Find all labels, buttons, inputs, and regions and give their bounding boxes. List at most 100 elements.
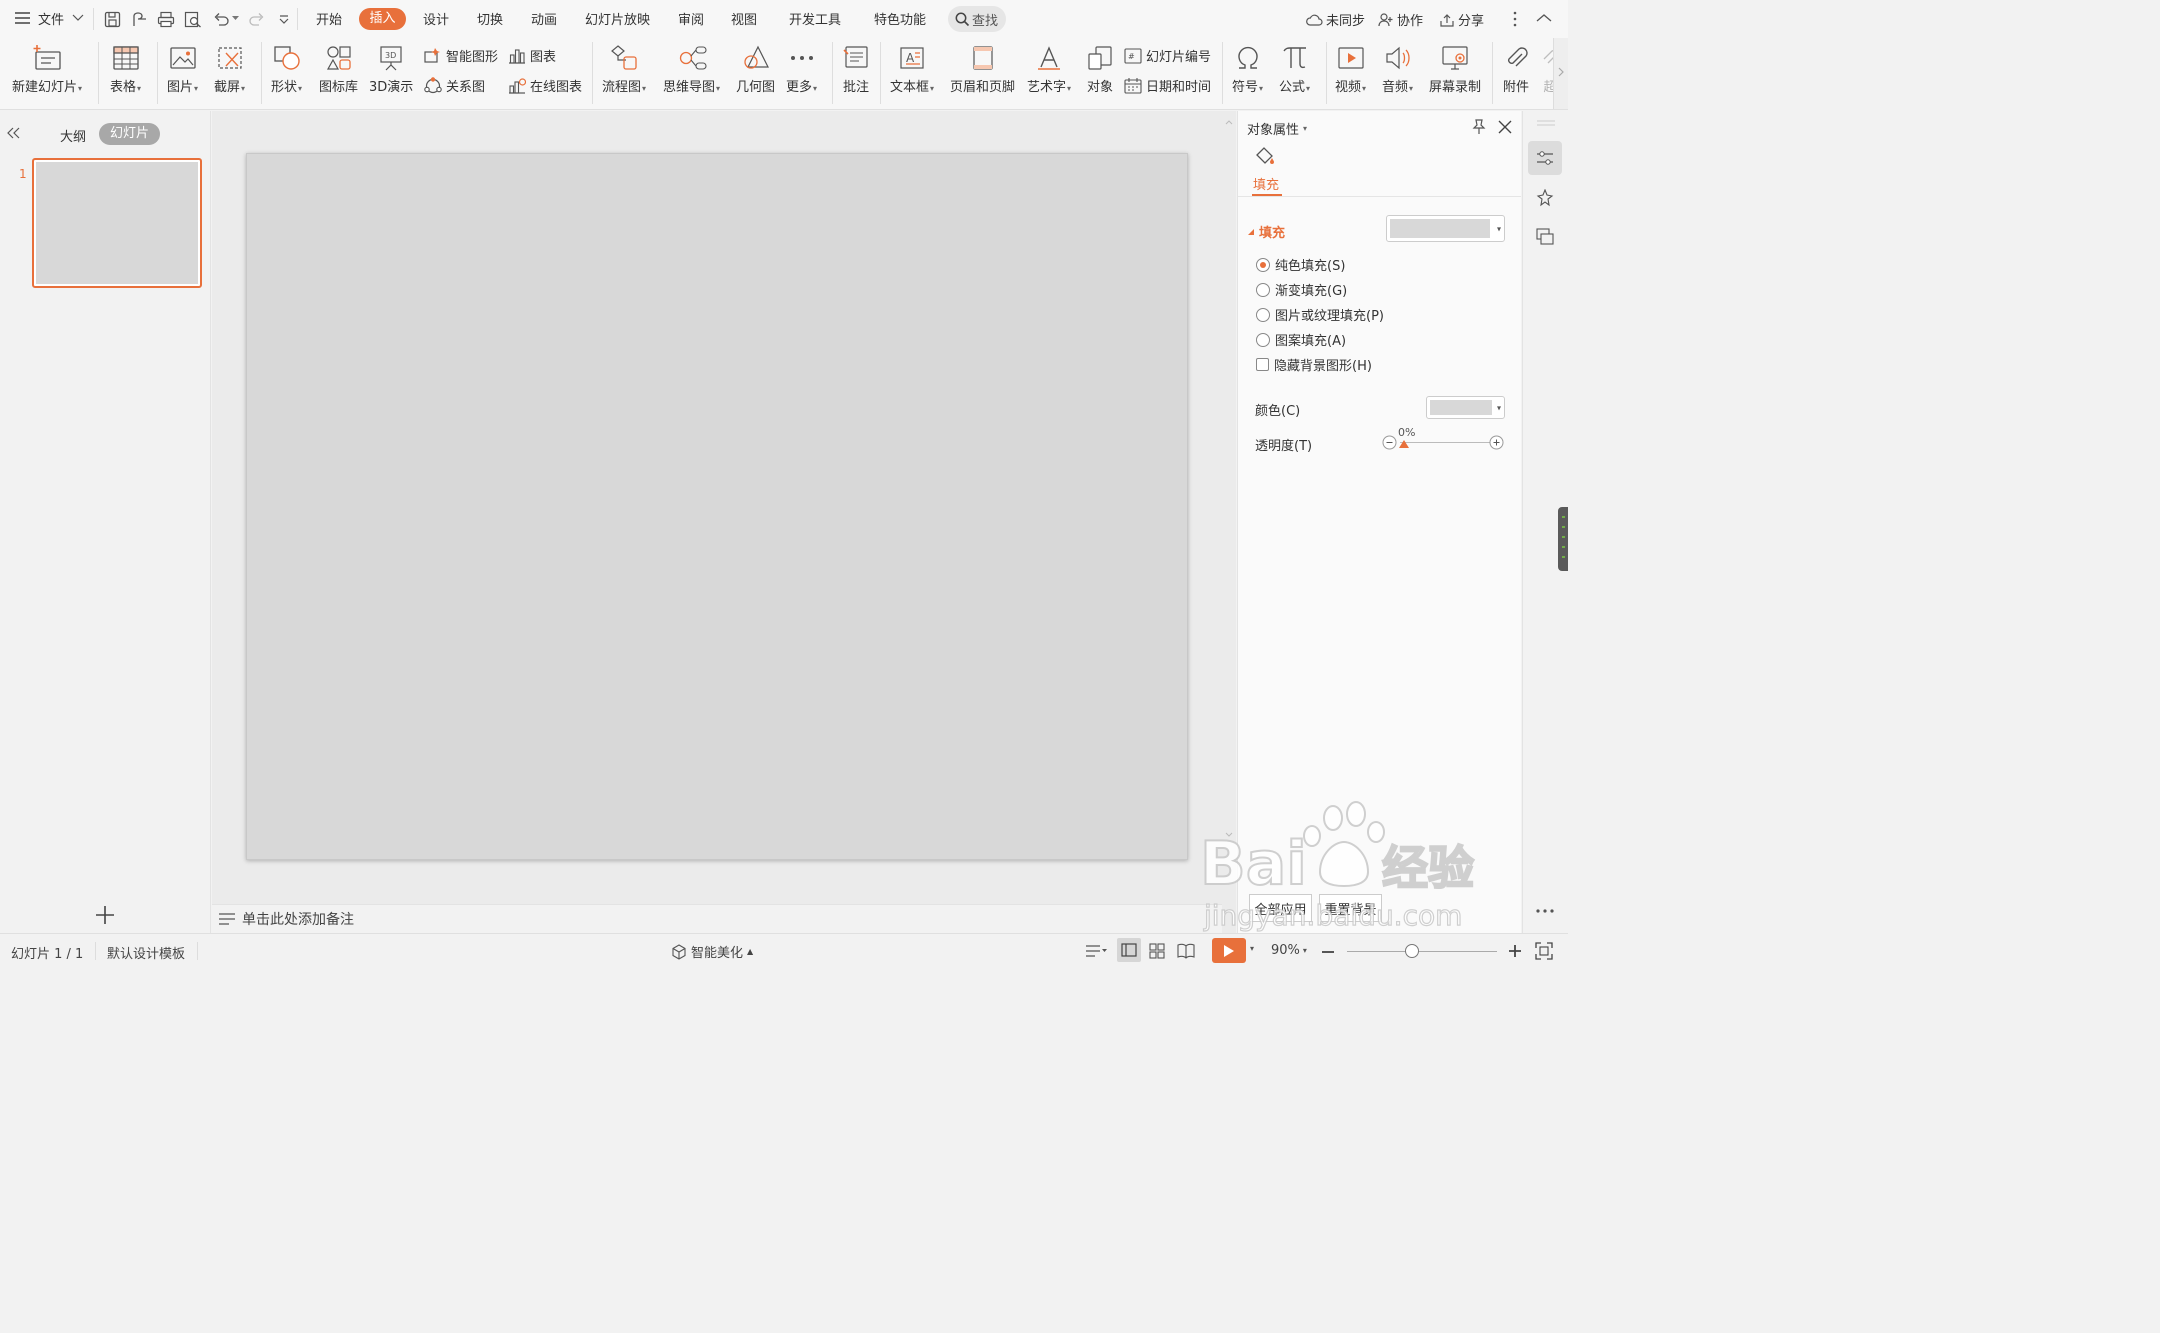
transparency-slider-track[interactable]	[1400, 442, 1494, 443]
audio-button[interactable]: 音频▾	[1382, 42, 1413, 95]
flowchart-button[interactable]: 流程图▾	[602, 42, 646, 95]
tab-fill[interactable]: 填充	[1253, 174, 1279, 193]
wordart-button[interactable]: 艺术字▾	[1027, 42, 1071, 95]
design-template-name[interactable]: 默认设计模板	[107, 943, 185, 962]
fill-color-dropdown[interactable]: ▾	[1386, 215, 1505, 242]
tab-slides[interactable]: 幻灯片	[99, 123, 160, 145]
screenshot-button[interactable]: 截屏▾	[214, 42, 245, 95]
transparency-decrease-icon[interactable]	[1382, 435, 1397, 450]
print-icon[interactable]	[156, 9, 176, 29]
video-button[interactable]: 视频▾	[1335, 42, 1366, 95]
transparency-slider-thumb[interactable]	[1399, 440, 1409, 448]
tab-developer[interactable]: 开发工具	[789, 9, 841, 28]
pin-icon[interactable]	[1471, 119, 1487, 135]
radio-gradient-fill[interactable]: 渐变填充(G)	[1256, 280, 1347, 299]
mindmap-button[interactable]: 思维导图▾	[663, 42, 720, 95]
export-pdf-icon[interactable]	[129, 9, 149, 29]
geometry-button[interactable]: 几何图	[736, 42, 775, 95]
sync-button[interactable]: 未同步	[1305, 10, 1365, 29]
tab-slideshow[interactable]: 幻灯片放映	[585, 9, 650, 28]
slide-switch-icon[interactable]	[1536, 228, 1554, 246]
share-button[interactable]: 分享	[1439, 10, 1484, 29]
tab-review[interactable]: 审阅	[678, 9, 704, 28]
comment-button[interactable]: 批注	[842, 42, 870, 95]
shape-button[interactable]: 形状▾	[271, 42, 302, 95]
properties-panel-toggle[interactable]	[1528, 141, 1562, 175]
object-button[interactable]: 对象	[1086, 42, 1114, 95]
tab-features[interactable]: 特色功能	[874, 9, 926, 28]
properties-title-dropdown[interactable]: 对象属性 ▾	[1247, 119, 1307, 138]
smart-shape-button[interactable]: 智能图形	[424, 46, 498, 65]
collapse-panel-icon[interactable]	[7, 127, 21, 139]
slide-thumbnail[interactable]	[32, 158, 202, 288]
table-button[interactable]: 表格▾	[110, 42, 141, 95]
fill-section-header[interactable]: 填充	[1248, 222, 1285, 241]
search-button[interactable]: 查找	[948, 6, 1006, 32]
slide-canvas[interactable]	[246, 153, 1188, 860]
normal-view-button[interactable]	[1117, 938, 1141, 962]
undo-icon[interactable]	[211, 9, 231, 29]
header-footer-button[interactable]: 页眉和页脚	[950, 42, 1015, 95]
notes-view-icon[interactable]	[1085, 943, 1107, 959]
customize-toolbar-icon[interactable]	[274, 9, 294, 29]
ribbon-scroll-right[interactable]	[1553, 38, 1568, 109]
more-options-icon[interactable]	[1535, 908, 1555, 914]
online-chart-button[interactable]: 在线图表	[508, 76, 582, 95]
new-slide-button[interactable]: 新建幻灯片▾	[12, 42, 82, 95]
radio-picture-fill[interactable]: 图片或纹理填充(P)	[1256, 305, 1384, 324]
collapse-ribbon-icon[interactable]	[1536, 13, 1552, 23]
icon-library-button[interactable]: 图标库	[319, 42, 358, 95]
undo-dropdown-icon[interactable]	[232, 16, 239, 21]
file-menu[interactable]: 文件	[38, 9, 64, 28]
add-slide-icon[interactable]	[95, 905, 115, 925]
relation-chart-button[interactable]: 关系图	[424, 76, 485, 95]
tab-insert[interactable]: 插入	[359, 8, 406, 30]
transparency-increase-icon[interactable]	[1489, 435, 1504, 450]
tab-transition[interactable]: 切换	[477, 9, 503, 28]
chart-button[interactable]: 图表	[508, 46, 556, 65]
fill-bucket-icon[interactable]	[1253, 145, 1277, 167]
print-preview-icon[interactable]	[183, 9, 203, 29]
redo-icon[interactable]	[246, 9, 266, 29]
fit-window-icon[interactable]	[1535, 942, 1553, 960]
vertical-scrollbar[interactable]	[1222, 111, 1236, 933]
textbox-button[interactable]: A 文本框▾	[890, 42, 934, 95]
apply-all-button[interactable]: 全部应用	[1249, 894, 1312, 922]
radio-solid-fill[interactable]: 纯色填充(S)	[1256, 255, 1345, 274]
smart-beautify-button[interactable]: 智能美化 ▲	[671, 942, 753, 961]
zoom-out-icon[interactable]	[1322, 950, 1334, 954]
3d-demo-button[interactable]: 3D 3D演示	[369, 42, 413, 95]
screen-record-button[interactable]: 屏幕录制	[1429, 42, 1481, 95]
slide-sorter-icon[interactable]	[1149, 943, 1165, 959]
more-button[interactable]: 更多▾	[786, 42, 817, 95]
symbol-button[interactable]: 符号▾	[1232, 42, 1263, 95]
hide-background-checkbox[interactable]: 隐藏背景图形(H)	[1256, 355, 1372, 374]
tab-home[interactable]: 开始	[316, 9, 342, 28]
save-icon[interactable]	[102, 9, 122, 29]
radio-pattern-fill[interactable]: 图案填充(A)	[1256, 330, 1346, 349]
side-tab-widget[interactable]	[1558, 507, 1568, 571]
zoom-slider-track[interactable]	[1347, 951, 1497, 952]
tab-view[interactable]: 视图	[731, 9, 757, 28]
datetime-button[interactable]: 日期和时间	[1124, 76, 1211, 95]
close-icon[interactable]	[1498, 120, 1512, 134]
picture-button[interactable]: 图片▾	[167, 42, 198, 95]
zoom-level-dropdown[interactable]: 90% ▾	[1271, 943, 1307, 958]
color-dropdown[interactable]: ▾	[1426, 396, 1505, 419]
slideshow-dropdown-icon[interactable]: ▾	[1250, 944, 1254, 953]
reading-view-icon[interactable]	[1177, 943, 1195, 959]
slide-number-button[interactable]: # 幻灯片编号	[1124, 46, 1211, 65]
attachment-button[interactable]: 附件	[1502, 42, 1530, 95]
play-slideshow-button[interactable]	[1212, 938, 1246, 963]
tab-design[interactable]: 设计	[423, 9, 449, 28]
zoom-in-icon[interactable]	[1509, 945, 1521, 957]
reset-background-button[interactable]: 重置背景	[1319, 894, 1382, 922]
zoom-slider-thumb[interactable]	[1405, 944, 1419, 958]
more-vertical-icon[interactable]	[1512, 11, 1518, 27]
tab-outline[interactable]: 大纲	[60, 126, 86, 145]
notes-bar[interactable]: 单击此处添加备注	[212, 904, 1222, 933]
collaborate-button[interactable]: 协作	[1378, 10, 1423, 29]
hamburger-menu-icon[interactable]	[14, 11, 32, 25]
tab-animation[interactable]: 动画	[531, 9, 557, 28]
magic-wand-icon[interactable]	[1536, 189, 1554, 207]
